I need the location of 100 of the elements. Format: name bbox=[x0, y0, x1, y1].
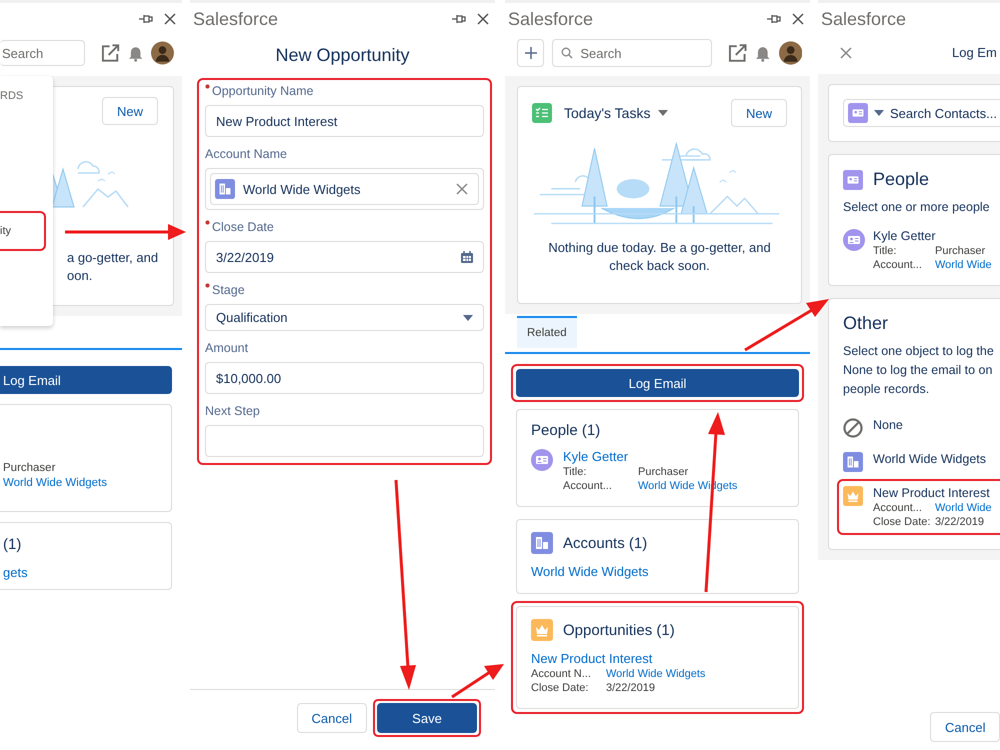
building-icon bbox=[215, 179, 235, 199]
menu-heading: RDS bbox=[0, 90, 24, 102]
empty-message: a go-getter, and oon. bbox=[67, 249, 158, 285]
option-row[interactable]: None bbox=[837, 411, 1000, 445]
field-label: Close Date bbox=[212, 220, 274, 234]
field-value: Purchaser bbox=[3, 462, 56, 474]
record-link[interactable]: gets bbox=[3, 565, 171, 580]
plus-icon bbox=[524, 47, 537, 59]
record-name[interactable]: World Wide Widgets bbox=[873, 452, 986, 466]
card-title[interactable]: Today's Tasks bbox=[564, 105, 650, 121]
empty-message: Nothing due today. Be a go-getter, and check back soon. bbox=[547, 239, 772, 275]
option-row[interactable]: New Product Interest Account... World Wide Close Date: 3/22/2019 bbox=[837, 479, 1000, 535]
calendar-icon[interactable] bbox=[461, 251, 473, 263]
log-email-button[interactable]: Log Email bbox=[516, 369, 799, 397]
record-name[interactable]: None bbox=[873, 418, 903, 432]
field-label: Account N... bbox=[531, 668, 592, 680]
cancel-button[interactable]: Cancel bbox=[296, 703, 367, 733]
menu-item[interactable]: ity bbox=[0, 211, 46, 251]
date-field[interactable]: 3/22/2019 bbox=[205, 241, 484, 273]
checklist-icon bbox=[532, 103, 552, 123]
record-link[interactable]: Kyle Getter bbox=[563, 449, 738, 464]
section-title: People bbox=[873, 169, 930, 190]
building-icon bbox=[531, 532, 553, 554]
field-label: Close Date: bbox=[873, 516, 932, 528]
crown-icon bbox=[531, 619, 553, 641]
field-label: Next Step bbox=[205, 404, 260, 418]
field-label: Amount bbox=[205, 341, 248, 355]
bell-icon[interactable] bbox=[755, 44, 771, 62]
app-title: Salesforce bbox=[821, 8, 906, 30]
building-icon bbox=[843, 452, 863, 472]
record-link[interactable]: World Wide bbox=[935, 502, 992, 514]
field-label: Account... bbox=[873, 502, 923, 514]
field-value: Purchaser bbox=[935, 245, 986, 257]
arrow bbox=[451, 664, 504, 698]
field-label: Account Name bbox=[205, 147, 287, 161]
field-value: Purchaser bbox=[638, 466, 688, 478]
input-field[interactable]: $10,000.00 bbox=[205, 362, 484, 394]
caret-down-icon[interactable] bbox=[463, 314, 473, 320]
field-label: Title: bbox=[873, 245, 898, 257]
new-button[interactable]: New bbox=[730, 99, 787, 127]
blocked-icon bbox=[843, 418, 863, 438]
field-label: Opportunity Name bbox=[212, 84, 314, 98]
option-row[interactable]: World Wide Widgets bbox=[837, 445, 1000, 479]
contact-icon bbox=[843, 229, 865, 251]
tab[interactable]: Related bbox=[517, 316, 577, 348]
section-description: Select one or more people bbox=[843, 199, 991, 216]
search-field[interactable]: Search bbox=[0, 40, 85, 66]
contact-icon bbox=[843, 170, 863, 190]
popout-icon[interactable] bbox=[100, 43, 120, 63]
save-button[interactable]: Save bbox=[377, 703, 477, 733]
record-link[interactable]: New Product Interest bbox=[531, 651, 706, 666]
close-icon[interactable] bbox=[456, 183, 468, 195]
card-title: People (1) bbox=[531, 422, 600, 439]
caret-down-icon[interactable] bbox=[874, 110, 884, 116]
field-value: 3/22/2019 bbox=[606, 682, 655, 694]
field-label: Close Date: bbox=[531, 682, 590, 694]
field-label: Account... bbox=[873, 259, 923, 271]
field-value: 3/22/2019 bbox=[935, 516, 984, 528]
new-button[interactable] bbox=[517, 39, 544, 67]
crown-icon bbox=[843, 486, 863, 506]
field-label: Title: bbox=[563, 466, 588, 478]
log-email-button[interactable]: Log Email bbox=[0, 366, 172, 394]
close-icon[interactable] bbox=[792, 13, 804, 25]
search-icon bbox=[561, 47, 574, 59]
input-field[interactable]: New Product Interest bbox=[205, 105, 484, 137]
app-title: Salesforce bbox=[508, 8, 594, 30]
caret-down-icon[interactable] bbox=[658, 110, 668, 116]
pin-icon[interactable] bbox=[766, 14, 782, 24]
new-button[interactable]: New bbox=[102, 97, 158, 125]
close-icon[interactable] bbox=[477, 13, 489, 25]
modal-heading: Log Em bbox=[952, 45, 997, 60]
card-title: Accounts (1) bbox=[563, 534, 648, 552]
avatar[interactable] bbox=[778, 41, 802, 65]
cancel-button[interactable]: Cancel bbox=[930, 712, 1000, 742]
pin-icon[interactable] bbox=[451, 14, 467, 24]
close-icon[interactable] bbox=[164, 13, 176, 25]
card-title: Opportunities (1) bbox=[563, 622, 675, 638]
modal-heading: New Opportunity bbox=[274, 44, 411, 67]
input-field[interactable] bbox=[205, 425, 484, 457]
search-field[interactable]: Search Contacts... bbox=[843, 99, 1000, 127]
avatar[interactable] bbox=[151, 41, 174, 65]
bell-icon[interactable] bbox=[128, 44, 144, 62]
record-link[interactable]: World Wide Widgets bbox=[606, 668, 706, 680]
contact-icon bbox=[848, 103, 868, 123]
card-title: (1) bbox=[3, 536, 22, 553]
close-icon[interactable] bbox=[840, 46, 852, 58]
record-link[interactable]: World Wide bbox=[935, 259, 992, 271]
field-label: Stage bbox=[212, 283, 245, 297]
record-link[interactable]: World Wide Widgets bbox=[3, 477, 171, 489]
pin-icon[interactable] bbox=[138, 14, 154, 24]
record-name[interactable]: New Product Interest bbox=[873, 486, 992, 500]
search-field[interactable]: Search bbox=[552, 39, 712, 67]
record-link[interactable]: World Wide Widgets bbox=[531, 564, 649, 579]
popout-icon[interactable] bbox=[728, 43, 748, 63]
field-label: Account... bbox=[563, 480, 613, 492]
contact-icon bbox=[531, 449, 553, 471]
section-description: Select one object to log the None to log the email to on people records. bbox=[843, 343, 995, 398]
picklist-field[interactable]: Qualification bbox=[205, 304, 484, 331]
record-name[interactable]: Kyle Getter bbox=[873, 229, 992, 243]
pill-label: World Wide Widgets bbox=[243, 182, 361, 196]
